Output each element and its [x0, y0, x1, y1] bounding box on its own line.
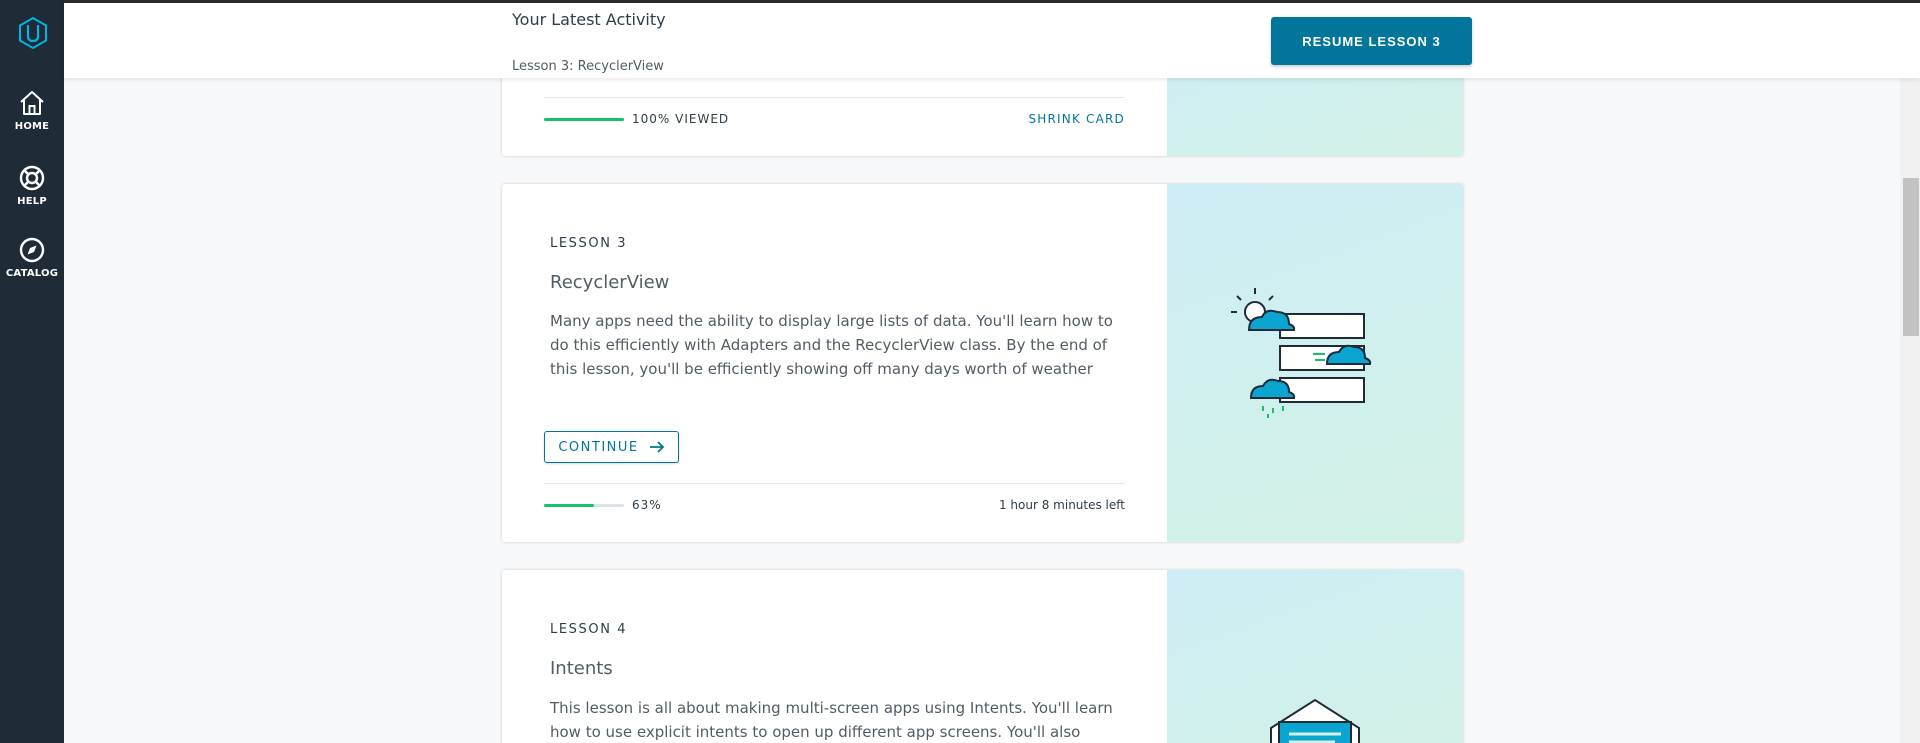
sidebar-item-help[interactable]: HELP	[0, 163, 64, 207]
sidebar-item-catalog[interactable]: CATALOG	[0, 235, 64, 279]
lesson-number: LESSON 4	[550, 622, 628, 637]
scrollbar-thumb[interactable]	[1903, 178, 1919, 336]
progress-bar-fill	[544, 118, 624, 121]
arrow-right-icon	[649, 441, 664, 453]
latest-activity-title: Your Latest Activity	[512, 10, 666, 29]
progress-label: 100% VIEWED	[632, 112, 730, 126]
progress-label: 63%	[632, 498, 662, 512]
sidebar-item-label: CATALOG	[5, 268, 59, 279]
continue-button[interactable]: CONTINUE	[544, 431, 679, 463]
sidebar: HOME HELP CATALOG	[0, 0, 64, 743]
card-divider	[544, 483, 1125, 484]
lesson-illustration	[1167, 184, 1463, 542]
lesson-description: Many apps need the ability to display la…	[550, 312, 1113, 378]
progress-bar	[544, 504, 624, 507]
latest-activity-lesson[interactable]: Lesson 3: RecyclerView	[512, 59, 664, 74]
card-divider	[544, 97, 1125, 98]
lifebuoy-icon	[19, 165, 45, 191]
udacity-logo-icon[interactable]	[16, 16, 50, 50]
lesson-card-body: LESSON 3 RecyclerView Many apps need the…	[502, 184, 1167, 542]
compass-icon	[19, 237, 45, 263]
weather-list-illustration	[1231, 288, 1372, 418]
lesson-description: This lesson is all about making multi-sc…	[550, 699, 1113, 741]
lesson-card-3: LESSON 3 RecyclerView Many apps need the…	[502, 184, 1463, 542]
continue-label: CONTINUE	[558, 439, 639, 455]
lesson-illustration	[1167, 570, 1463, 743]
envelope-illustration	[1270, 698, 1360, 743]
shrink-card-link[interactable]: SHRINK CARD	[1028, 112, 1125, 126]
progress-bar-fill	[544, 504, 595, 507]
sidebar-item-label: HOME	[14, 121, 50, 132]
time-left: 1 hour 8 minutes left	[998, 498, 1125, 512]
lesson-title[interactable]: Intents	[550, 658, 613, 679]
sidebar-item-home[interactable]: HOME	[0, 88, 64, 132]
lesson-title[interactable]: RecyclerView	[550, 272, 669, 293]
lesson-card-4: LESSON 4 Intents This lesson is all abou…	[502, 570, 1463, 743]
sidebar-item-label: HELP	[17, 196, 47, 207]
lesson-number: LESSON 3	[550, 236, 628, 251]
home-icon	[20, 91, 44, 115]
resume-lesson-button[interactable]: RESUME LESSON 3	[1271, 17, 1472, 65]
latest-activity-bar: Your Latest Activity Lesson 3: RecyclerV…	[64, 0, 1920, 78]
progress-bar	[544, 118, 624, 121]
lesson-card-body: LESSON 4 Intents This lesson is all abou…	[502, 570, 1167, 743]
